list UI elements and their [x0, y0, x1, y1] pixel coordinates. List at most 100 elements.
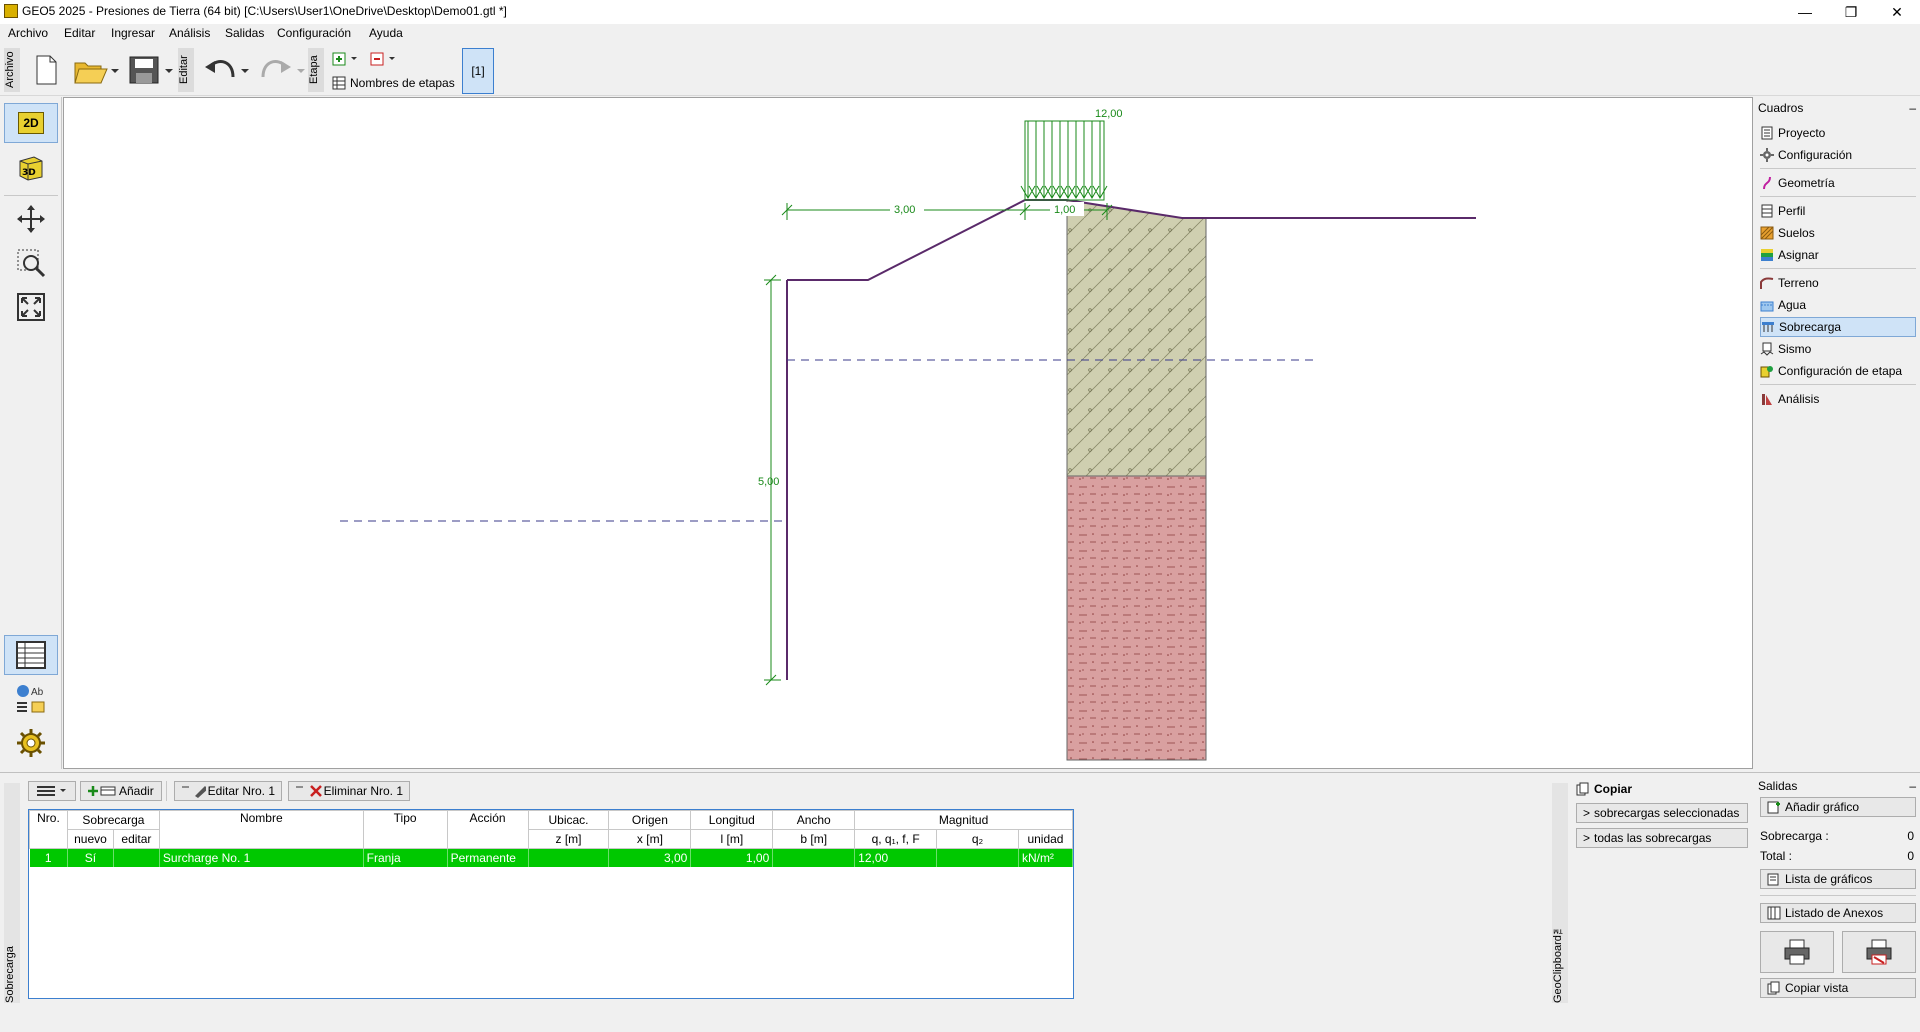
analysis-icon	[1762, 394, 1772, 405]
stage-names-button[interactable]: Nombres de etapas	[332, 75, 456, 91]
sobrecarga-side-tab[interactable]: Sobrecarga	[4, 783, 20, 1003]
copy-view-icon	[1767, 981, 1780, 995]
menu-ingresar[interactable]: Ingresar	[111, 26, 155, 40]
soils-icon	[1760, 226, 1774, 240]
annex-list-button[interactable]: Listado de Anexos	[1760, 903, 1916, 923]
add-graphic-button[interactable]: Añadir gráfico	[1760, 797, 1916, 817]
main-toolbar: Archivo Editar Etapa Nombres de etapas […	[0, 44, 1920, 96]
clipboard-title: Copiar	[1594, 782, 1633, 796]
frame-item-agua[interactable]: Agua	[1760, 295, 1916, 315]
open-file-button[interactable]	[70, 52, 120, 86]
geoclipboard-side-tab[interactable]: GeoClipboard™	[1552, 783, 1568, 1003]
styles-button[interactable]: Ab	[4, 679, 58, 719]
frame-label: Proyecto	[1778, 126, 1826, 140]
stage-1-button[interactable]: [1]	[462, 48, 494, 94]
total-count-row: Total : 0	[1760, 849, 1914, 863]
print-button[interactable]	[1760, 931, 1834, 973]
collapse-outputs-button[interactable]: –	[1909, 779, 1916, 793]
profile-icon	[1761, 204, 1773, 218]
table-view-button[interactable]	[4, 635, 58, 675]
frame-item-sobrecarga[interactable]: Sobrecarga	[1760, 317, 1916, 337]
restore-button[interactable]: ❐	[1828, 0, 1874, 24]
cube-3d-icon: 3D	[19, 156, 43, 181]
new-file-icon	[36, 55, 57, 85]
table-icon	[332, 76, 346, 90]
separator	[1760, 168, 1916, 169]
bottom-panel: Sobrecarga Añadir Editar Nro. 1 Eliminar…	[0, 772, 1920, 1013]
frame-item-terreno[interactable]: Terreno	[1760, 273, 1916, 293]
cell-nuevo: Sí	[67, 848, 114, 867]
frame-item-proyecto[interactable]: Proyecto	[1760, 123, 1916, 143]
annex-list-icon	[1767, 906, 1781, 920]
col-ubicac: Ubicac.	[527, 810, 610, 830]
delete-label: Eliminar Nro. 1	[323, 784, 403, 798]
frame-item-configuracion-etapa[interactable]: Configuración de etapa	[1760, 361, 1916, 381]
svg-text:3D: 3D	[22, 168, 36, 178]
menu-salidas[interactable]: Salidas	[225, 26, 264, 40]
new-file-button[interactable]	[30, 52, 60, 86]
frame-item-asignar[interactable]: Asignar	[1760, 245, 1916, 265]
view-2d-button[interactable]: 2D	[4, 103, 58, 143]
redo-button[interactable]	[256, 52, 306, 86]
col-x: x [m]	[608, 829, 692, 849]
frame-item-suelos[interactable]: Suelos	[1760, 223, 1916, 243]
copy-selected-surcharges-button[interactable]: > sobrecargas seleccionadas	[1576, 803, 1748, 823]
annex-list-label: Listado de Anexos	[1785, 906, 1884, 920]
copy-all-surcharges-button[interactable]: > todas las sobrecargas	[1576, 828, 1748, 848]
dim-right-label: 1,00	[1054, 204, 1075, 216]
status-bar	[0, 1012, 1920, 1032]
archivo-group-label: Archivo	[4, 48, 20, 92]
save-file-button[interactable]	[126, 52, 176, 86]
zoom-magnifier-icon	[17, 249, 46, 278]
frame-item-analisis[interactable]: Análisis	[1760, 389, 1916, 409]
settings-button[interactable]	[4, 723, 58, 763]
gear-icon	[17, 729, 45, 757]
col-longitud: Longitud	[690, 810, 774, 830]
frame-item-geometria[interactable]: Geometría	[1760, 173, 1916, 193]
soil-column-top	[1066, 199, 1207, 477]
collapse-frames-button[interactable]: –	[1909, 101, 1916, 117]
close-button[interactable]: ✕	[1874, 0, 1920, 24]
frame-label: Geometría	[1778, 176, 1835, 190]
undo-button[interactable]	[200, 52, 250, 86]
copy-icon	[1576, 782, 1589, 796]
surcharge-load: 12,00	[1020, 108, 1123, 201]
frame-label: Terreno	[1778, 276, 1819, 290]
menu-ayuda[interactable]: Ayuda	[369, 26, 403, 40]
edit-surcharge-button[interactable]: Editar Nro. 1	[174, 781, 282, 801]
frame-item-perfil[interactable]: Perfil	[1760, 201, 1916, 221]
add-surcharge-button[interactable]: Añadir	[80, 781, 162, 801]
col-l: l [m]	[690, 829, 774, 849]
pan-button[interactable]	[4, 199, 58, 239]
dim-height-label: 5,00	[758, 476, 779, 488]
remove-stage-button[interactable]	[368, 50, 398, 66]
menu-archivo[interactable]: Archivo	[8, 26, 48, 40]
copy-view-button[interactable]: Copiar vista	[1760, 978, 1916, 998]
frame-item-configuracion[interactable]: Configuración	[1760, 145, 1916, 165]
load-value-label: 12,00	[1095, 108, 1123, 120]
separator	[1760, 196, 1916, 197]
menu-editar[interactable]: Editar	[64, 26, 95, 40]
menu-configuracion[interactable]: Configuración	[277, 26, 351, 40]
add-stage-button[interactable]	[330, 50, 360, 66]
cell-nombre: Surcharge No. 1	[159, 848, 364, 867]
frame-label: Configuración de etapa	[1778, 364, 1903, 378]
list-icon	[37, 786, 66, 796]
sobrecarga-count-value: 0	[1907, 829, 1914, 843]
frame-item-sismo[interactable]: Sismo	[1760, 339, 1916, 359]
zoom-button[interactable]	[4, 243, 58, 283]
minimize-button[interactable]: —	[1782, 0, 1828, 24]
graphics-list-button[interactable]: Lista de gráficos	[1760, 869, 1916, 889]
frame-label: Sobrecarga	[1779, 320, 1842, 334]
view-3d-button[interactable]: 3D	[4, 147, 58, 187]
clipboard-header: Copiar	[1576, 781, 1748, 797]
zoom-extents-button[interactable]	[4, 287, 58, 327]
print-pdf-button[interactable]	[1842, 931, 1916, 973]
col-magnitud: Magnitud	[854, 810, 1073, 830]
surcharge-table[interactable]: Nro. Sobrecarga Nombre Tipo Acción Ubica…	[28, 809, 1074, 999]
table-row[interactable]: 1 Sí Surcharge No. 1 Franja Permanente 3…	[29, 848, 1074, 867]
delete-surcharge-button[interactable]: Eliminar Nro. 1	[288, 781, 410, 801]
menu-analisis[interactable]: Análisis	[169, 26, 210, 40]
drawing-canvas[interactable]: 12,00 3,00 1,00 5,00	[63, 97, 1753, 769]
list-mode-button[interactable]	[28, 781, 76, 801]
